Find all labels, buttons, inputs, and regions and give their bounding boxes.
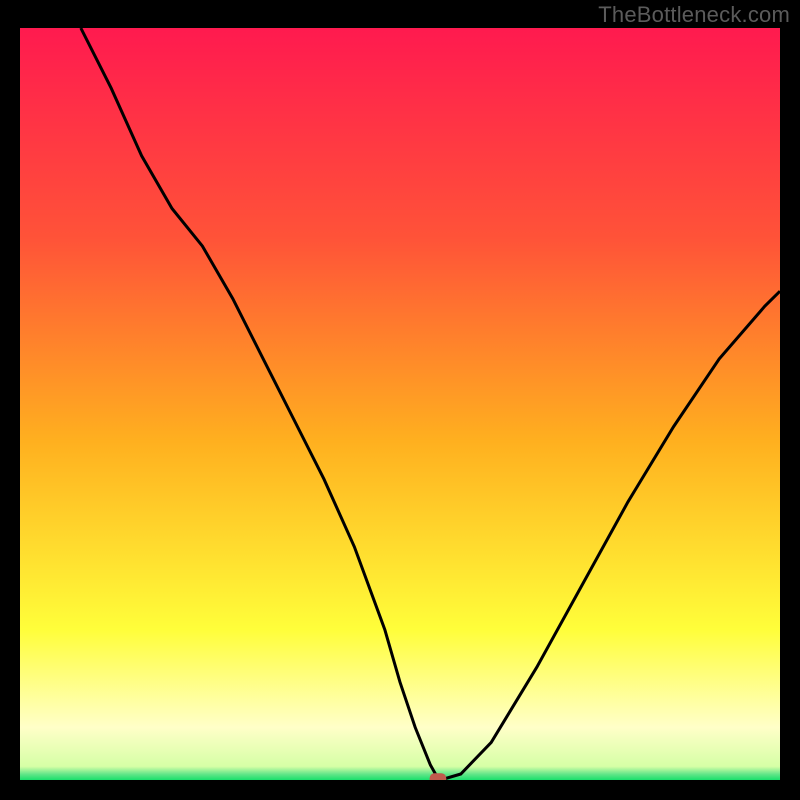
current-point-marker (430, 773, 447, 780)
watermark-text: TheBottleneck.com (598, 2, 790, 28)
chart-svg (20, 28, 780, 780)
chart-root: TheBottleneck.com (0, 0, 800, 800)
plot-area (20, 28, 780, 780)
